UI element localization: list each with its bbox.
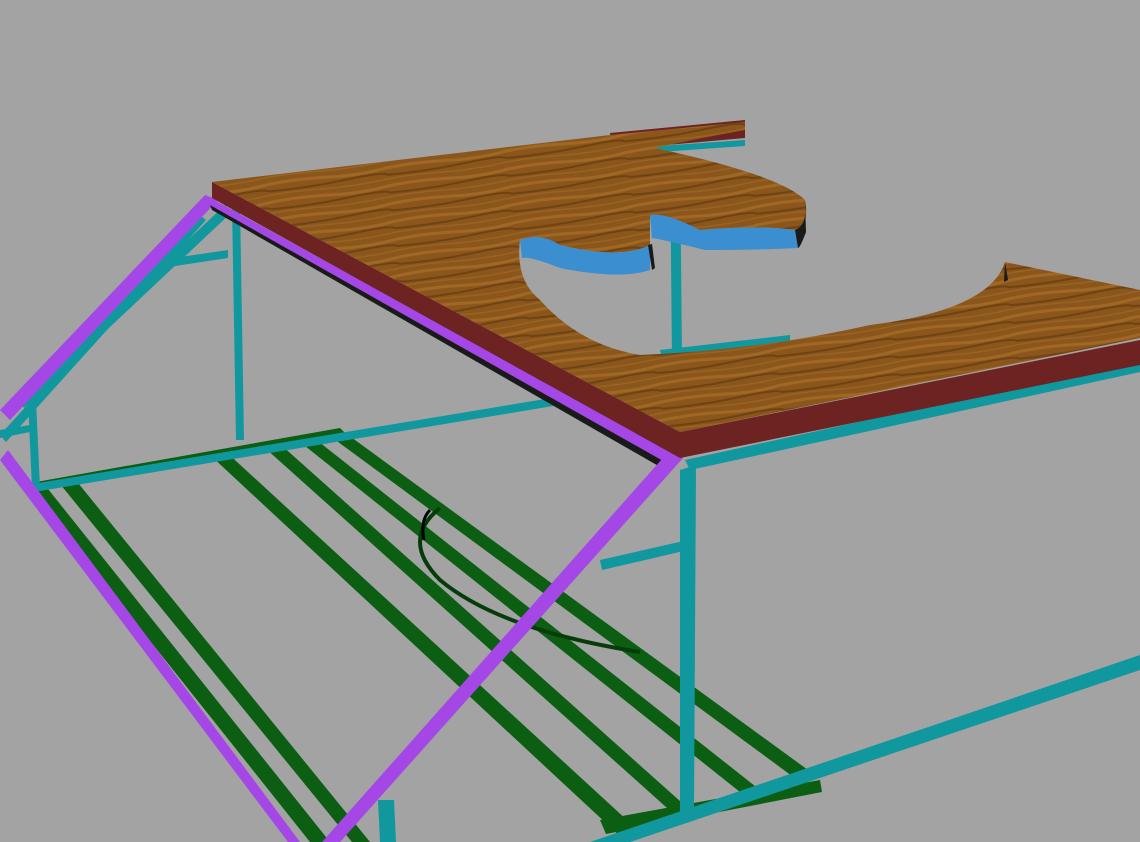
- scene-render: [0, 0, 1140, 842]
- 3d-viewport[interactable]: [0, 0, 1140, 842]
